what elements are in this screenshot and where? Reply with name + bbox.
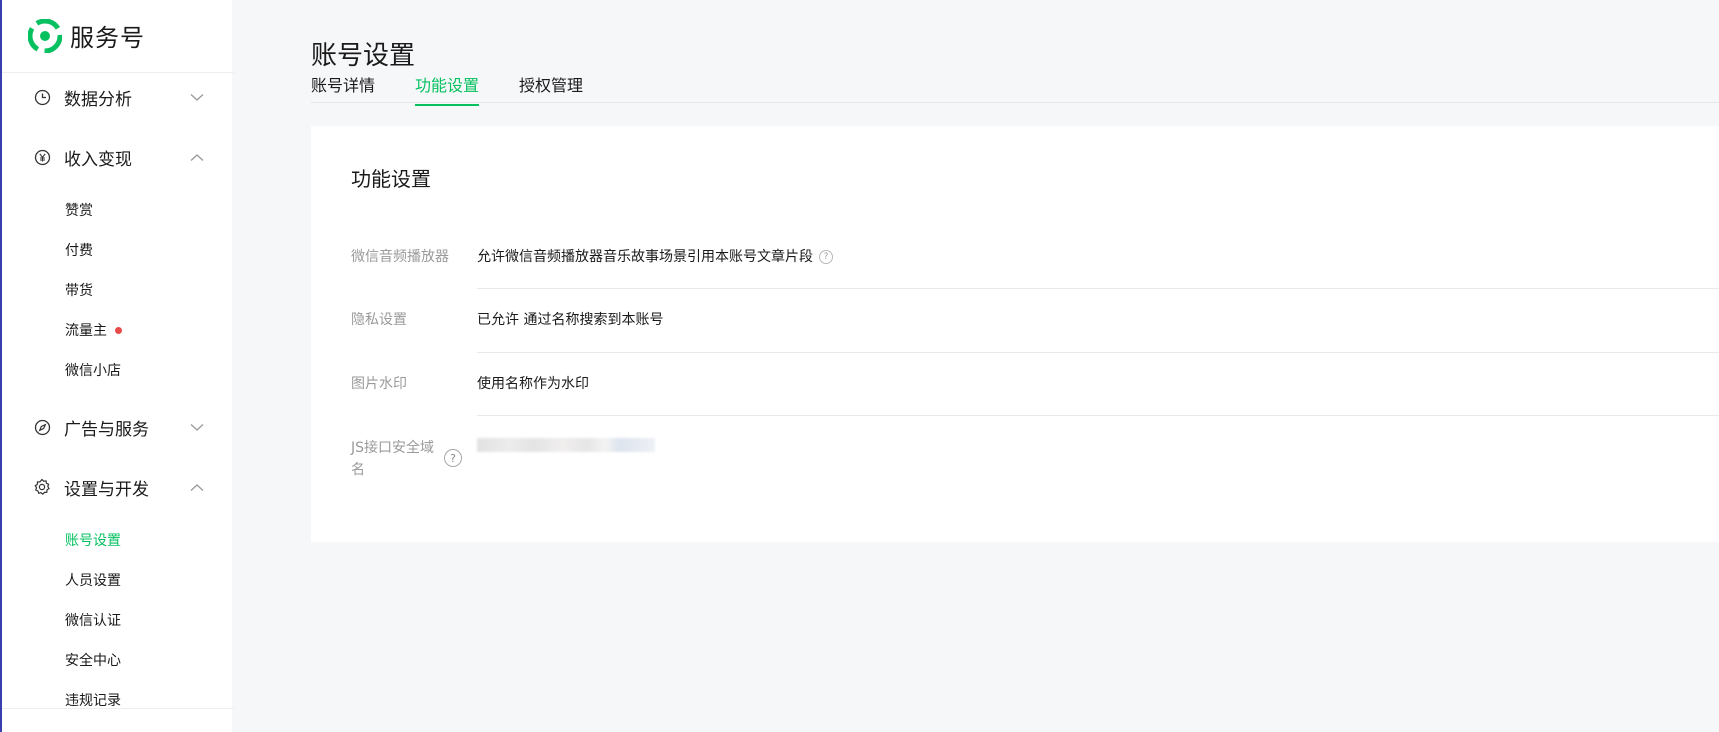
tab-account-details[interactable]: 账号详情 [311, 72, 375, 104]
chevron-up-icon [190, 144, 204, 170]
tab-function-settings[interactable]: 功能设置 [415, 72, 480, 106]
brand-name: 服务号 [70, 24, 145, 52]
row-label-image-watermark: 图片水印 [351, 376, 407, 392]
page-title: 账号设置 [311, 41, 416, 72]
yen-icon [32, 147, 52, 167]
row-label-js-domain: JS接口安全域名 [351, 440, 435, 478]
nav-group-settings-dev[interactable]: 设置与开发 [32, 474, 204, 500]
notification-dot [115, 326, 122, 334]
help-icon[interactable]: ? [444, 449, 462, 467]
row-divider [477, 352, 1719, 353]
sidebar-item-label: 流量主 [65, 323, 107, 339]
sidebar-item-appreciation[interactable]: 赞赏 [65, 200, 93, 220]
chevron-down-icon [190, 84, 204, 110]
settings-panel: 功能设置 微信音频播放器 允许微信音频播放器音乐故事场景引用本账号文章片段 ? … [311, 126, 1719, 542]
panel-title: 功能设置 [351, 167, 431, 191]
sidebar-item-violation-records[interactable]: 违规记录 [65, 690, 121, 710]
redacted-domain-value [477, 438, 655, 452]
clock-icon [32, 87, 52, 107]
tab-authorization-management[interactable]: 授权管理 [519, 72, 583, 104]
row-value-audio-player: 允许微信音频播放器音乐故事场景引用本账号文章片段 ? [477, 246, 833, 268]
compass-icon [32, 417, 52, 437]
sidebar-item-wechat-verification[interactable]: 微信认证 [65, 610, 121, 630]
sidebar-divider [2, 72, 234, 73]
nav-group-monetization[interactable]: 收入变现 [32, 144, 204, 170]
help-icon[interactable]: ? [819, 250, 833, 264]
row-value-image-watermark: 使用名称作为水印 [477, 376, 589, 392]
tab-bar: 账号详情 功能设置 授权管理 [311, 70, 1719, 106]
row-divider [477, 288, 1719, 289]
chevron-down-icon [190, 414, 204, 440]
sidebar-item-account-settings[interactable]: 账号设置 [65, 530, 121, 550]
wechat-service-logo-icon [28, 18, 62, 53]
row-value-privacy: 已允许 通过名称搜索到本账号 [477, 312, 664, 328]
row-label-privacy: 隐私设置 [351, 312, 407, 328]
sidebar-item-staff-settings[interactable]: 人员设置 [65, 570, 121, 590]
row-divider [477, 415, 1719, 416]
sidebar: 服务号 数据分析 收入变现 赞赏 付费 带货 流量主 微信小店 广告与服务 设置… [0, 0, 234, 732]
row-label-audio-player: 微信音频播放器 [351, 249, 449, 265]
sidebar-item-security-center[interactable]: 安全中心 [65, 650, 121, 670]
brand-logo[interactable]: 服务号 [28, 18, 145, 53]
sidebar-item-traffic-owner[interactable]: 流量主 [65, 320, 122, 340]
sidebar-item-wechat-shop[interactable]: 微信小店 [65, 360, 121, 380]
nav-group-label: 数据分析 [64, 89, 132, 110]
sidebar-item-goods[interactable]: 带货 [65, 280, 93, 300]
nav-group-data-analysis[interactable]: 数据分析 [32, 84, 204, 110]
nav-group-label: 设置与开发 [64, 479, 149, 500]
nav-group-label: 广告与服务 [64, 419, 149, 440]
sidebar-divider [2, 708, 234, 709]
row-value-text: 允许微信音频播放器音乐故事场景引用本账号文章片段 [477, 249, 813, 265]
chevron-up-icon [190, 474, 204, 500]
nav-group-label: 收入变现 [64, 149, 132, 170]
sidebar-item-paid[interactable]: 付费 [65, 240, 93, 260]
gear-icon [32, 477, 52, 497]
nav-group-ads-services[interactable]: 广告与服务 [32, 414, 204, 440]
